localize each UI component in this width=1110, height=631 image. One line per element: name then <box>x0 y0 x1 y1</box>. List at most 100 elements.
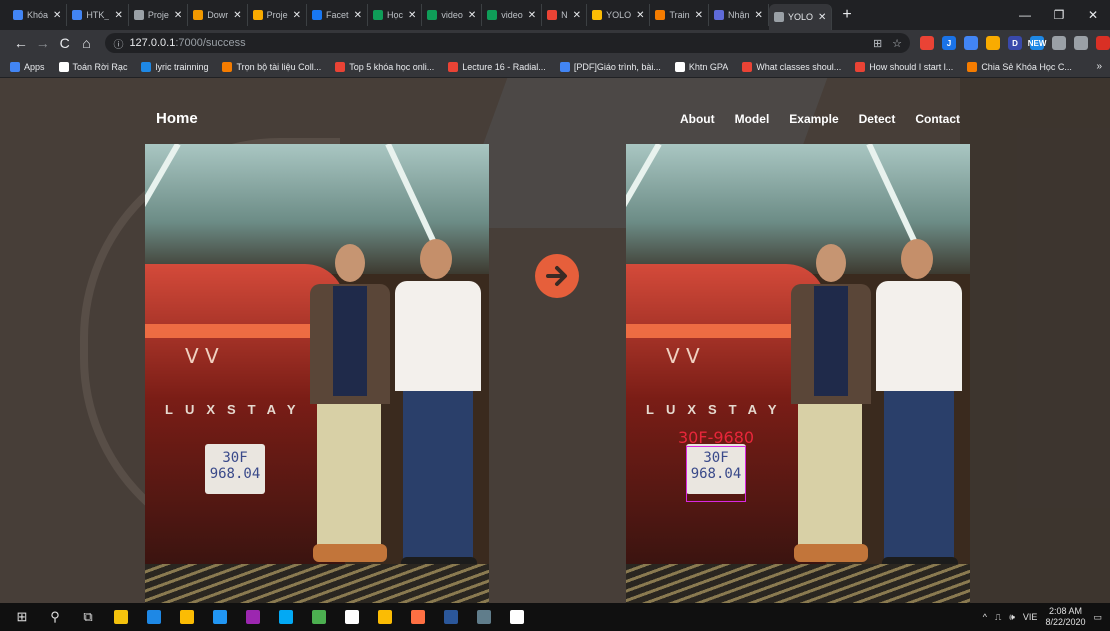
tab-close-icon[interactable]: ✕ <box>114 10 122 21</box>
tab-label: Nhận <box>728 10 750 20</box>
minimize-button[interactable]: — <box>1008 8 1042 22</box>
clock[interactable]: 2:08 AM 8/22/2020 <box>1045 606 1085 628</box>
tab-close-icon[interactable]: ✕ <box>233 10 241 21</box>
bookmark-item[interactable]: Trọn bộ tài liệu Coll... <box>222 61 321 72</box>
car-brand-text: LUXSTAY <box>646 402 789 417</box>
reload-button[interactable]: C <box>54 35 76 51</box>
plate-line-1: 30F <box>222 450 248 466</box>
bookmark-favicon-icon <box>674 61 685 72</box>
tab-favicon-icon <box>487 10 498 20</box>
tab-favicon-icon <box>252 10 263 20</box>
browser-tab[interactable]: HTK_ ✕ <box>67 4 129 26</box>
browser-tab[interactable]: Proje ✕ <box>129 4 189 26</box>
browser-tab[interactable]: Dowr ✕ <box>188 4 248 26</box>
site-info-icon[interactable]: ⓘ <box>113 36 123 51</box>
network-icon[interactable]: ⎍ <box>995 612 1001 623</box>
tab-close-icon[interactable]: ✕ <box>293 10 301 21</box>
close-window-button[interactable]: ✕ <box>1076 8 1110 22</box>
task-view-icon[interactable]: ⧉ <box>76 605 100 629</box>
nav-link-detect[interactable]: Detect <box>859 112 896 126</box>
start-icon[interactable]: ⊞ <box>10 605 34 629</box>
home-button[interactable]: ⌂ <box>76 35 98 51</box>
site-brand-home[interactable]: Home <box>156 110 198 127</box>
browser-tab[interactable]: Facet ✕ <box>307 4 368 26</box>
bookmark-item[interactable]: lyric trainning <box>141 61 208 72</box>
language-indicator[interactable]: VIE <box>1023 612 1038 622</box>
bookmark-item[interactable]: Apps <box>10 61 45 72</box>
browser-tab[interactable]: N ✕ <box>542 4 588 26</box>
file-icon[interactable] <box>505 605 529 629</box>
extension-icon[interactable] <box>986 36 1001 50</box>
app10-icon[interactable] <box>406 605 430 629</box>
bookmarks-overflow-button[interactable]: » <box>1096 61 1102 72</box>
app8-icon[interactable] <box>340 605 364 629</box>
browser-tab[interactable]: video ✕ <box>422 4 483 26</box>
tab-strip: Khóa ✕ HTK_ ✕ Proje ✕ Dowr ✕ Proje ✕ Facet ✕ Học ✕ vid… <box>0 0 1110 30</box>
tab-favicon-icon <box>655 10 666 20</box>
bookmark-label: [PDF]Giáo trình, bài... <box>573 61 661 72</box>
bookmark-label: Lecture 16 - Radial... <box>462 61 546 72</box>
app12-icon[interactable] <box>472 605 496 629</box>
bookmark-item[interactable]: [PDF]Giáo trình, bài... <box>559 61 661 72</box>
tab-close-icon[interactable]: ✕ <box>755 10 763 21</box>
maximize-button[interactable]: ❐ <box>1042 8 1076 22</box>
bookmark-item[interactable]: Lecture 16 - Radial... <box>448 61 546 72</box>
app7-icon[interactable] <box>307 605 331 629</box>
browser-tab[interactable]: Khóa ✕ <box>8 4 68 26</box>
chrome-icon[interactable] <box>373 605 397 629</box>
sticky-icon[interactable] <box>175 605 199 629</box>
search-icon[interactable]: ⚲ <box>43 605 67 629</box>
tab-close-icon[interactable]: ✕ <box>354 10 362 21</box>
bookmark-item[interactable]: What classes shoul... <box>742 61 841 72</box>
tab-close-icon[interactable]: ✕ <box>636 10 644 21</box>
browser-tab[interactable]: YOLO ✕ <box>768 4 833 30</box>
notification-icon[interactable]: ▭ <box>1093 612 1102 623</box>
extension-icon[interactable] <box>964 36 979 50</box>
extension-icon[interactable]: NEW <box>1028 36 1046 50</box>
nav-link-about[interactable]: About <box>680 112 715 126</box>
extension-icon[interactable] <box>1074 36 1089 50</box>
word-icon[interactable] <box>439 605 463 629</box>
app5-icon[interactable] <box>241 605 265 629</box>
tab-close-icon[interactable]: ✕ <box>695 10 703 21</box>
bookmark-item[interactable]: Toán Rời Rạc <box>58 61 127 72</box>
tab-close-icon[interactable]: ✕ <box>468 10 476 21</box>
volume-icon[interactable]: 🕪 <box>1009 612 1015 623</box>
address-bar[interactable]: ⓘ 127.0.0.1 :7000/success ⊞ ☆ <box>105 33 911 53</box>
tab-close-icon[interactable]: ✕ <box>408 10 416 21</box>
tab-close-icon[interactable]: ✕ <box>528 10 536 21</box>
bookmark-item[interactable]: Top 5 khóa học onli... <box>335 61 434 72</box>
tray-chevron-icon[interactable]: ^ <box>983 612 987 622</box>
browser-tab[interactable]: video ✕ <box>482 4 543 26</box>
extension-icon[interactable]: J <box>942 36 957 50</box>
forward-button[interactable]: → <box>32 35 54 51</box>
tab-close-icon[interactable]: ✕ <box>53 10 61 21</box>
bookmark-star-icon[interactable]: ☆ <box>892 37 902 50</box>
tab-close-icon[interactable]: ✕ <box>818 12 826 23</box>
browser-tab[interactable]: YOLO ✕ <box>587 4 651 26</box>
extension-icon[interactable] <box>1052 36 1067 50</box>
mail-icon[interactable] <box>142 605 166 629</box>
translate-icon[interactable]: ⊞ <box>873 37 882 50</box>
nav-link-example[interactable]: Example <box>789 112 838 126</box>
app6-icon[interactable] <box>274 605 298 629</box>
extension-icon[interactable]: D <box>1008 36 1023 50</box>
nav-link-contact[interactable]: Contact <box>915 112 960 126</box>
edge-icon[interactable] <box>208 605 232 629</box>
bookmark-favicon-icon <box>967 61 978 72</box>
browser-tab[interactable]: Train ✕ <box>650 4 710 26</box>
bookmark-item[interactable]: How should I start l... <box>855 61 953 72</box>
browser-tab[interactable]: Nhận ✕ <box>709 4 769 26</box>
tab-close-icon[interactable]: ✕ <box>174 10 182 21</box>
back-button[interactable]: ← <box>10 35 32 51</box>
bookmark-item[interactable]: Khtn GPA <box>674 61 728 72</box>
bookmark-item[interactable]: Chia Sẻ Khóa Học C... <box>967 61 1072 72</box>
file-explorer-icon[interactable] <box>109 605 133 629</box>
new-tab-button[interactable]: + <box>842 6 851 24</box>
extension-icon[interactable] <box>1096 36 1110 50</box>
tab-close-icon[interactable]: ✕ <box>573 10 581 21</box>
nav-link-model[interactable]: Model <box>735 112 770 126</box>
browser-tab[interactable]: Proje ✕ <box>248 4 308 26</box>
extension-icon[interactable] <box>920 36 935 50</box>
browser-tab[interactable]: Học ✕ <box>368 4 423 26</box>
